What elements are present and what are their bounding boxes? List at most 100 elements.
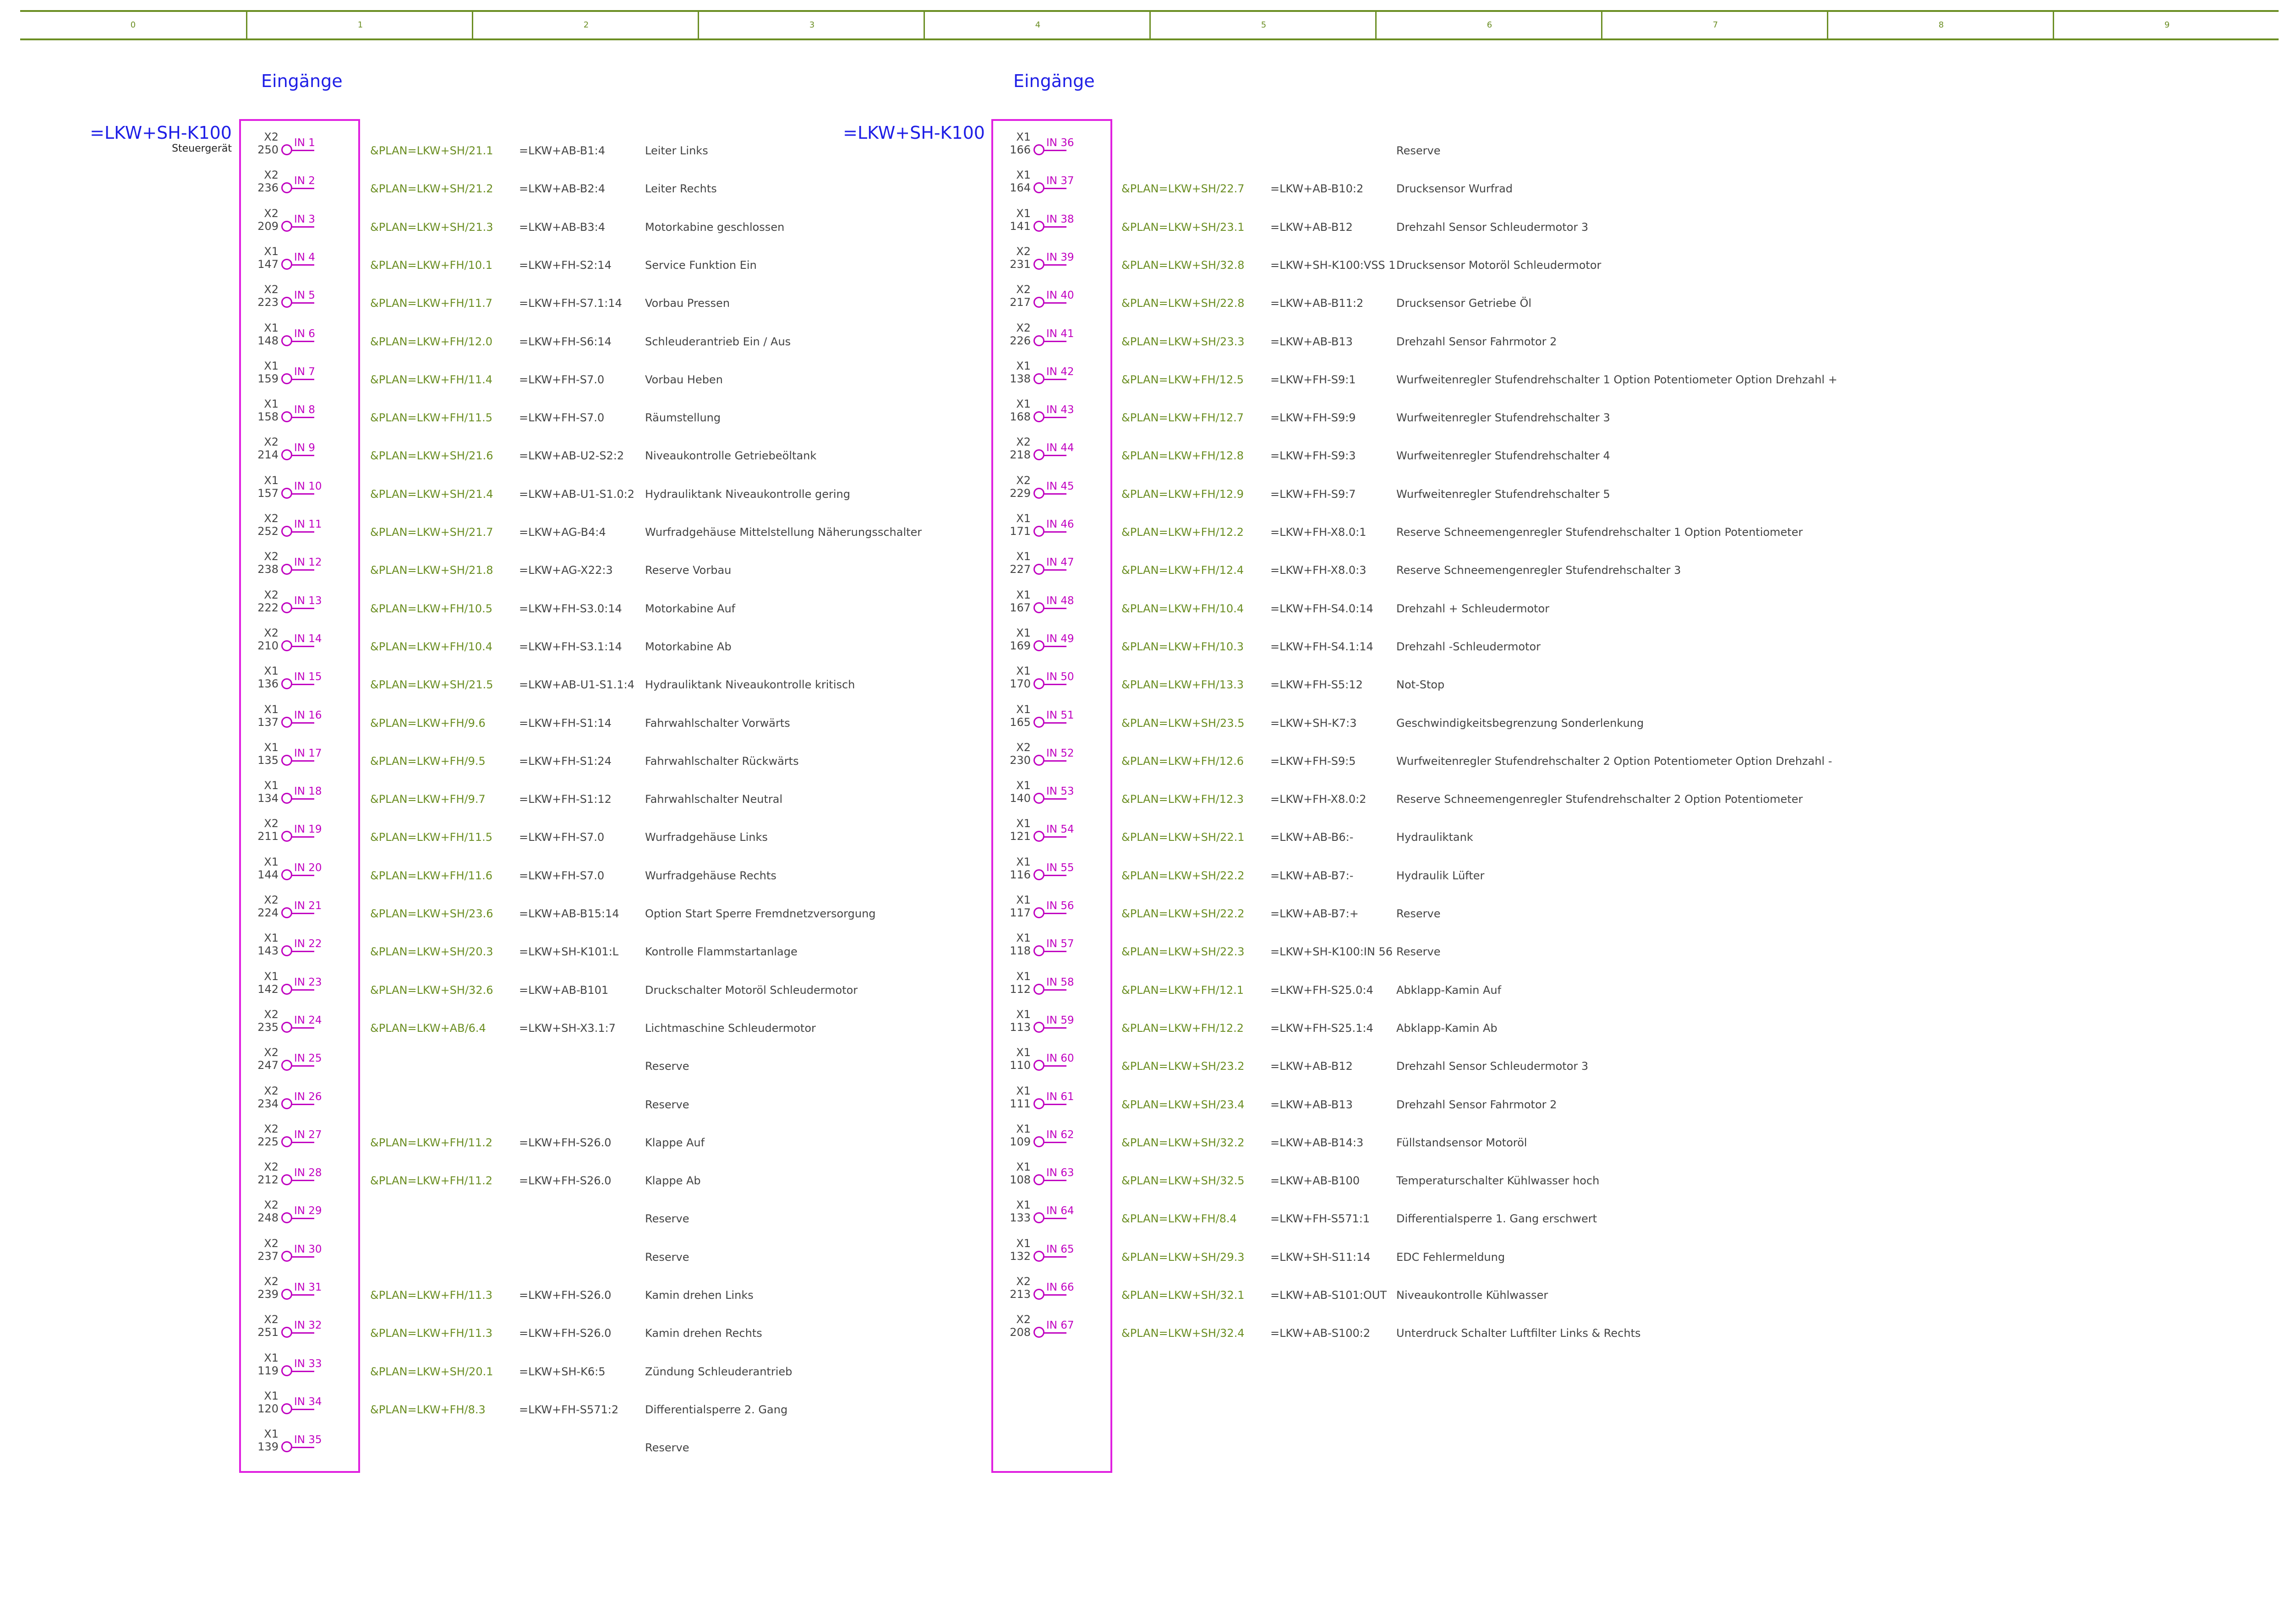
plan-reference-link[interactable]: &PLAN=LKW+FH/12.3 [1121, 793, 1244, 806]
function-description: Abklapp-Kamin Ab [1396, 1021, 1498, 1035]
plan-reference-link[interactable]: &PLAN=LKW+FH/11.4 [370, 373, 492, 386]
function-description: Drehzahl Sensor Fahrmotor 2 [1396, 1098, 1557, 1111]
pin-line [291, 455, 314, 457]
plan-reference-link[interactable]: &PLAN=LKW+SH/32.2 [1121, 1136, 1245, 1149]
pin-circle-icon [1033, 411, 1044, 423]
target-device: =LKW+FH-S25.1:4 [1270, 1021, 1373, 1035]
terminal-number: 168 [1010, 410, 1031, 424]
target-device: =LKW+AG-B4:4 [519, 526, 606, 539]
connector-label: X1 [264, 703, 279, 716]
plan-reference-link[interactable]: &PLAN=LKW+SH/21.4 [370, 488, 493, 501]
pin-line [291, 951, 314, 953]
plan-reference-link[interactable]: &PLAN=LKW+SH/22.1 [1121, 831, 1245, 844]
plan-reference-link[interactable]: &PLAN=LKW+SH/32.1 [1121, 1289, 1245, 1302]
plan-reference-link[interactable]: &PLAN=LKW+FH/11.5 [370, 831, 492, 844]
plan-reference-link[interactable]: &PLAN=LKW+SH/23.2 [1121, 1060, 1245, 1073]
right-input-row [0, 1313, 5, 1351]
connector-label: X2 [264, 169, 279, 182]
plan-reference-link[interactable]: &PLAN=LKW+FH/11.2 [370, 1136, 492, 1149]
plan-reference-link[interactable]: &PLAN=LKW+FH/11.7 [370, 297, 492, 310]
plan-reference-link[interactable]: &PLAN=LKW+FH/12.1 [1121, 984, 1244, 997]
target-device: =LKW+FH-S9:7 [1270, 487, 1356, 501]
pin-circle-icon [1033, 1098, 1044, 1109]
plan-reference-link[interactable]: &PLAN=LKW+SH/29.3 [1121, 1251, 1245, 1264]
plan-reference-link[interactable]: &PLAN=LKW+FH/10.3 [1121, 640, 1244, 653]
plan-reference-link[interactable]: &PLAN=LKW+FH/12.6 [1121, 755, 1244, 768]
plan-reference-link[interactable]: &PLAN=LKW+SH/21.5 [370, 678, 493, 691]
target-device: =LKW+FH-S571:1 [1270, 1212, 1370, 1226]
plan-reference-link[interactable]: &PLAN=LKW+SH/21.7 [370, 526, 493, 539]
plan-reference-link[interactable]: &PLAN=LKW+SH/21.8 [370, 564, 493, 577]
plan-reference-link[interactable]: &PLAN=LKW+FH/11.3 [370, 1327, 492, 1340]
plan-reference-link[interactable]: &PLAN=LKW+FH/10.1 [370, 259, 492, 272]
plan-reference-link[interactable]: &PLAN=LKW+FH/10.4 [1121, 602, 1244, 615]
pin-line [1044, 1103, 1066, 1105]
plan-reference-link[interactable]: &PLAN=LKW+FH/12.8 [1121, 449, 1244, 462]
connector-label: X2 [1016, 321, 1031, 334]
plan-reference-link[interactable]: &PLAN=LKW+SH/32.5 [1121, 1174, 1245, 1187]
plan-reference-link[interactable]: &PLAN=LKW+FH/12.2 [1121, 1022, 1244, 1035]
input-label: IN 6 [294, 327, 315, 340]
plan-reference-link[interactable]: &PLAN=LKW+AB/6.4 [370, 1022, 486, 1035]
plan-reference-link[interactable]: &PLAN=LKW+SH/22.2 [1121, 869, 1245, 882]
function-description: Reserve Schneemengenregler Stufendrehsch… [1396, 793, 1803, 806]
plan-reference-link[interactable]: &PLAN=LKW+FH/11.3 [370, 1289, 492, 1302]
target-device: =LKW+AB-U1-S1.1:4 [519, 678, 634, 692]
plan-reference-link[interactable]: &PLAN=LKW+FH/10.5 [370, 602, 492, 615]
right-input-row [0, 245, 5, 283]
plan-reference-link[interactable]: &PLAN=LKW+SH/23.5 [1121, 717, 1245, 730]
plan-reference-link[interactable]: &PLAN=LKW+FH/9.7 [370, 793, 486, 806]
plan-reference-link[interactable]: &PLAN=LKW+SH/22.2 [1121, 907, 1245, 920]
plan-reference-link[interactable]: &PLAN=LKW+SH/23.1 [1121, 221, 1245, 234]
plan-reference-link[interactable]: &PLAN=LKW+FH/12.0 [370, 335, 492, 348]
plan-reference-link[interactable]: &PLAN=LKW+FH/11.5 [370, 411, 492, 424]
plan-reference-link[interactable]: &PLAN=LKW+SH/23.3 [1121, 335, 1245, 348]
function-description: Reserve Schneemengenregler Stufendrehsch… [1396, 564, 1681, 577]
target-device: =LKW+AB-U1-S1.0:2 [519, 487, 634, 501]
plan-reference-link[interactable]: &PLAN=LKW+SH/32.8 [1121, 259, 1245, 272]
input-label: IN 18 [294, 785, 322, 798]
function-description: Niveaukontrolle Getriebeöltank [645, 449, 817, 463]
target-device: =LKW+FH-X8.0:2 [1270, 793, 1367, 806]
plan-reference-link[interactable]: &PLAN=LKW+SH/22.8 [1121, 297, 1245, 310]
plan-reference-link[interactable]: &PLAN=LKW+SH/22.3 [1121, 945, 1245, 958]
plan-reference-link[interactable]: &PLAN=LKW+SH/32.4 [1121, 1327, 1245, 1340]
plan-reference-link[interactable]: &PLAN=LKW+FH/12.4 [1121, 564, 1244, 577]
terminal-number: 119 [257, 1364, 279, 1377]
plan-reference-link[interactable]: &PLAN=LKW+FH/12.9 [1121, 488, 1244, 501]
pin-circle-icon [1033, 1174, 1044, 1186]
pin-line [1044, 569, 1066, 571]
plan-reference-link[interactable]: &PLAN=LKW+SH/22.7 [1121, 182, 1245, 195]
function-description: Vorbau Pressen [645, 297, 730, 310]
right-input-row [0, 474, 5, 512]
pin-line [1044, 874, 1066, 876]
plan-reference-link[interactable]: &PLAN=LKW+FH/8.4 [1121, 1212, 1237, 1225]
plan-reference-link[interactable]: &PLAN=LKW+SH/21.1 [370, 144, 493, 157]
plan-reference-link[interactable]: &PLAN=LKW+SH/23.6 [370, 907, 493, 920]
plan-reference-link[interactable]: &PLAN=LKW+SH/20.3 [370, 945, 493, 958]
pin-circle-icon [281, 487, 292, 499]
plan-reference-link[interactable]: &PLAN=LKW+SH/21.2 [370, 182, 493, 195]
plan-reference-link[interactable]: &PLAN=LKW+FH/9.5 [370, 755, 486, 768]
plan-reference-link[interactable]: &PLAN=LKW+FH/9.6 [370, 717, 486, 730]
connector-label: X1 [1016, 817, 1031, 830]
pin-line [1044, 1218, 1066, 1220]
pin-line [291, 1408, 314, 1410]
plan-reference-link[interactable]: &PLAN=LKW+SH/21.3 [370, 221, 493, 234]
plan-reference-link[interactable]: &PLAN=LKW+FH/11.2 [370, 1174, 492, 1187]
plan-reference-link[interactable]: &PLAN=LKW+FH/12.5 [1121, 373, 1244, 386]
plan-reference-link[interactable]: &PLAN=LKW+FH/12.2 [1121, 526, 1244, 539]
plan-reference-link[interactable]: &PLAN=LKW+FH/10.4 [370, 640, 492, 653]
plan-reference-link[interactable]: &PLAN=LKW+SH/32.6 [370, 984, 493, 997]
plan-reference-link[interactable]: &PLAN=LKW+FH/12.7 [1121, 411, 1244, 424]
connector-label: X2 [264, 1199, 279, 1212]
right-input-row [0, 550, 5, 588]
plan-reference-link[interactable]: &PLAN=LKW+FH/11.6 [370, 869, 492, 882]
plan-reference-link[interactable]: &PLAN=LKW+FH/13.3 [1121, 678, 1244, 691]
plan-reference-link[interactable]: &PLAN=LKW+SH/20.1 [370, 1365, 493, 1378]
right-input-row [0, 627, 5, 665]
input-label: IN 64 [1046, 1205, 1074, 1217]
plan-reference-link[interactable]: &PLAN=LKW+SH/21.6 [370, 449, 493, 462]
plan-reference-link[interactable]: &PLAN=LKW+SH/23.4 [1121, 1098, 1245, 1111]
plan-reference-link[interactable]: &PLAN=LKW+FH/8.3 [370, 1403, 486, 1416]
